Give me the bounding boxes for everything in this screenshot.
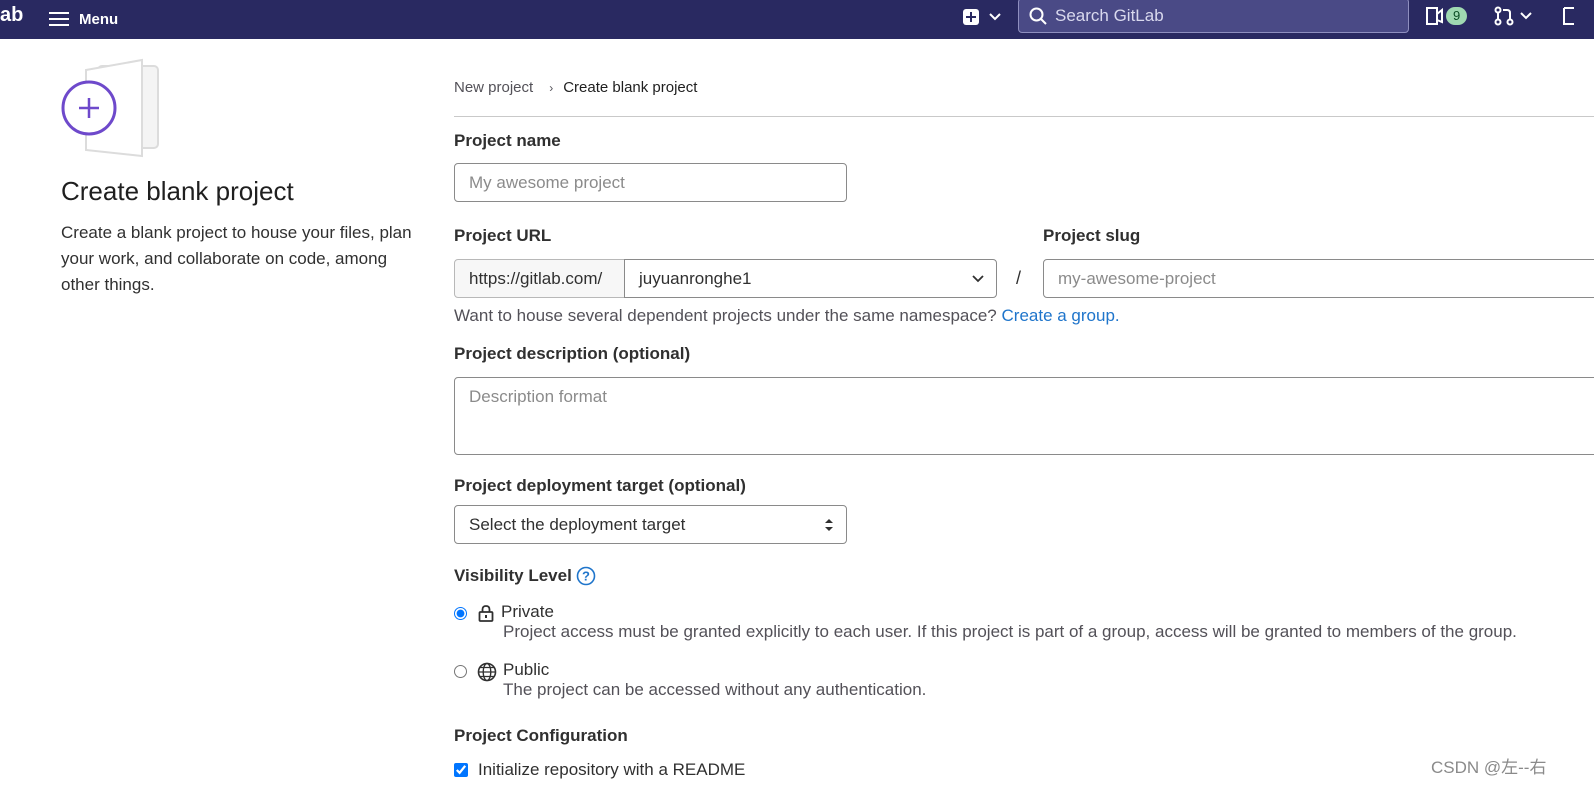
page-description: Create a blank project to house your fil… xyxy=(61,223,412,294)
chevron-down-icon xyxy=(989,13,1001,21)
globe-icon xyxy=(477,662,497,682)
search-input[interactable] xyxy=(1053,4,1377,27)
namespace-select[interactable]: juyuanronghe1 xyxy=(624,259,997,298)
merge-request-icon xyxy=(1494,6,1514,26)
project-description-textarea[interactable] xyxy=(454,377,1594,455)
plus-square-icon xyxy=(963,9,979,25)
deployment-target-select[interactable]: Select the deployment target xyxy=(454,505,847,544)
issues-button[interactable]: 9 xyxy=(1424,6,1468,26)
namespace-value: juyuanronghe1 xyxy=(639,268,752,288)
public-label: Public xyxy=(503,660,550,679)
chevron-down-icon xyxy=(1520,12,1532,20)
url-slash: / xyxy=(1016,268,1022,288)
readme-checkbox[interactable] xyxy=(454,763,468,777)
visibility-level-header: Visibility Level ? xyxy=(454,566,596,586)
issues-count-badge: 9 xyxy=(1446,7,1468,25)
visibility-level-label: Visibility Level xyxy=(454,566,572,585)
breadcrumb-current: Create blank project xyxy=(563,79,698,96)
breadcrumb-new-project[interactable]: New project xyxy=(454,79,533,96)
private-label: Private xyxy=(501,602,554,621)
project-configuration-label: Project Configuration xyxy=(454,726,628,745)
new-item-dropdown[interactable] xyxy=(962,8,1001,26)
namespace-help-label: Want to house several dependent projects… xyxy=(454,306,997,325)
menu-button[interactable]: Menu xyxy=(49,6,118,32)
todo-icon[interactable] xyxy=(1562,6,1574,26)
menu-label: Menu xyxy=(79,10,119,28)
issues-icon xyxy=(1426,7,1443,25)
project-name-label: Project name xyxy=(454,131,561,150)
breadcrumb-separator-icon: › xyxy=(549,80,554,95)
readme-option[interactable]: Initialize repository with a README xyxy=(454,760,745,780)
select-arrows-icon xyxy=(825,518,833,531)
hamburger-icon xyxy=(49,12,69,26)
private-radio[interactable] xyxy=(454,607,467,620)
lock-icon xyxy=(478,605,494,622)
watermark: CSDN @左--右 xyxy=(1431,758,1547,777)
create-group-link[interactable]: Create a group. xyxy=(1002,306,1120,325)
help-icon[interactable]: ? xyxy=(576,566,596,586)
visibility-option-public[interactable]: Public xyxy=(454,660,549,682)
blank-project-illustration xyxy=(61,58,159,158)
search-box[interactable] xyxy=(1018,0,1409,33)
deployment-target-value: Select the deployment target xyxy=(469,514,686,534)
project-url-label: Project URL xyxy=(454,226,552,245)
public-radio[interactable] xyxy=(454,665,467,678)
page-title: Create blank project xyxy=(61,176,294,206)
namespace-help-text: Want to house several dependent projects… xyxy=(454,306,1120,326)
public-description: The project can be accessed without any … xyxy=(503,680,927,699)
top-navbar: ab Menu 9 xyxy=(0,0,1594,39)
project-name-input[interactable] xyxy=(454,163,847,202)
project-slug-input[interactable] xyxy=(1043,259,1594,298)
project-description-label: Project description (optional) xyxy=(454,344,691,363)
svg-text:?: ? xyxy=(582,569,590,584)
private-description: Project access must be granted explicitl… xyxy=(503,622,1517,641)
url-prefix: https://gitlab.com/ xyxy=(454,259,625,298)
search-icon xyxy=(1029,7,1047,25)
visibility-option-private[interactable]: Private xyxy=(454,602,554,622)
deployment-target-label: Project deployment target (optional) xyxy=(454,476,746,495)
breadcrumb-divider xyxy=(454,116,1594,117)
chevron-down-icon xyxy=(972,274,984,282)
gitlab-logo-text[interactable]: ab xyxy=(0,4,23,27)
readme-label: Initialize repository with a README xyxy=(478,760,746,779)
breadcrumb: New project › Create blank project xyxy=(454,79,697,96)
merge-requests-dropdown[interactable] xyxy=(1494,6,1532,26)
project-slug-label: Project slug xyxy=(1043,226,1141,245)
